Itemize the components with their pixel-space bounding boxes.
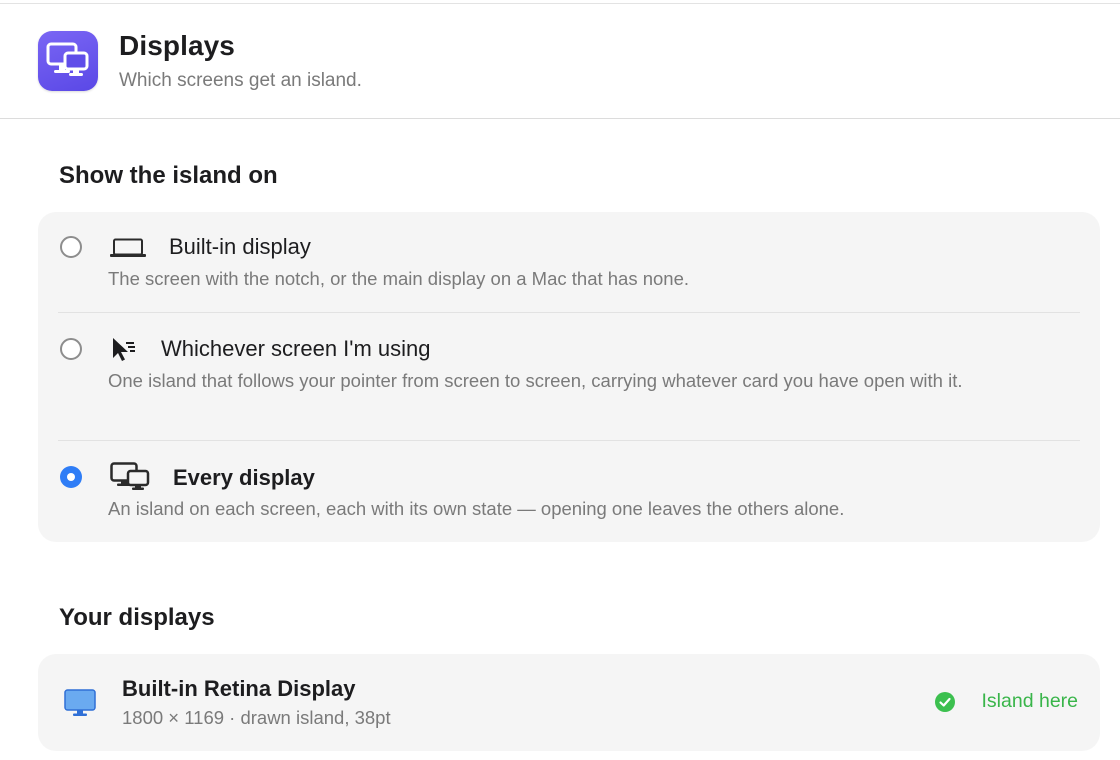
section-title-show-island: Show the island on: [59, 162, 278, 189]
option-description: An island on each screen, each with its …: [108, 498, 845, 519]
radio-every-display[interactable]: [60, 466, 82, 488]
display-info: 1800 × 1169 · drawn island, 38pt: [122, 707, 391, 728]
option-built-in-display[interactable]: Built-in display The screen with the not…: [38, 212, 1100, 312]
display-name: Built-in Retina Display: [122, 676, 356, 701]
monitor-icon: [64, 689, 96, 722]
displays-icon: [38, 31, 98, 91]
section-title-your-displays: Your displays: [59, 604, 215, 631]
laptop-icon: [110, 238, 146, 263]
option-description: One island that follows your pointer fro…: [108, 370, 963, 391]
page-header: Displays Which screens get an island.: [0, 4, 1120, 119]
option-title: Built-in display: [169, 234, 311, 259]
option-every-display[interactable]: Every display An island on each screen, …: [38, 441, 1100, 542]
page-subtitle: Which screens get an island.: [119, 70, 362, 91]
option-whichever-screen[interactable]: Whichever screen I'm using One island th…: [38, 313, 1100, 440]
radio-built-in-display[interactable]: [60, 236, 82, 258]
checkmark-circle-icon: [935, 692, 955, 717]
pointer-icon: [110, 336, 138, 369]
option-description: The screen with the notch, or the main d…: [108, 268, 690, 289]
option-title: Whichever screen I'm using: [161, 336, 431, 361]
placement-options-card: Built-in display The screen with the not…: [38, 212, 1100, 542]
status-badge: Island here: [981, 690, 1078, 712]
radio-whichever-screen[interactable]: [60, 338, 82, 360]
page-title: Displays: [119, 30, 235, 61]
multiple-displays-icon: [110, 462, 150, 495]
display-row: Built-in Retina Display 1800 × 1169 · dr…: [38, 654, 1100, 751]
option-title: Every display: [173, 465, 315, 490]
